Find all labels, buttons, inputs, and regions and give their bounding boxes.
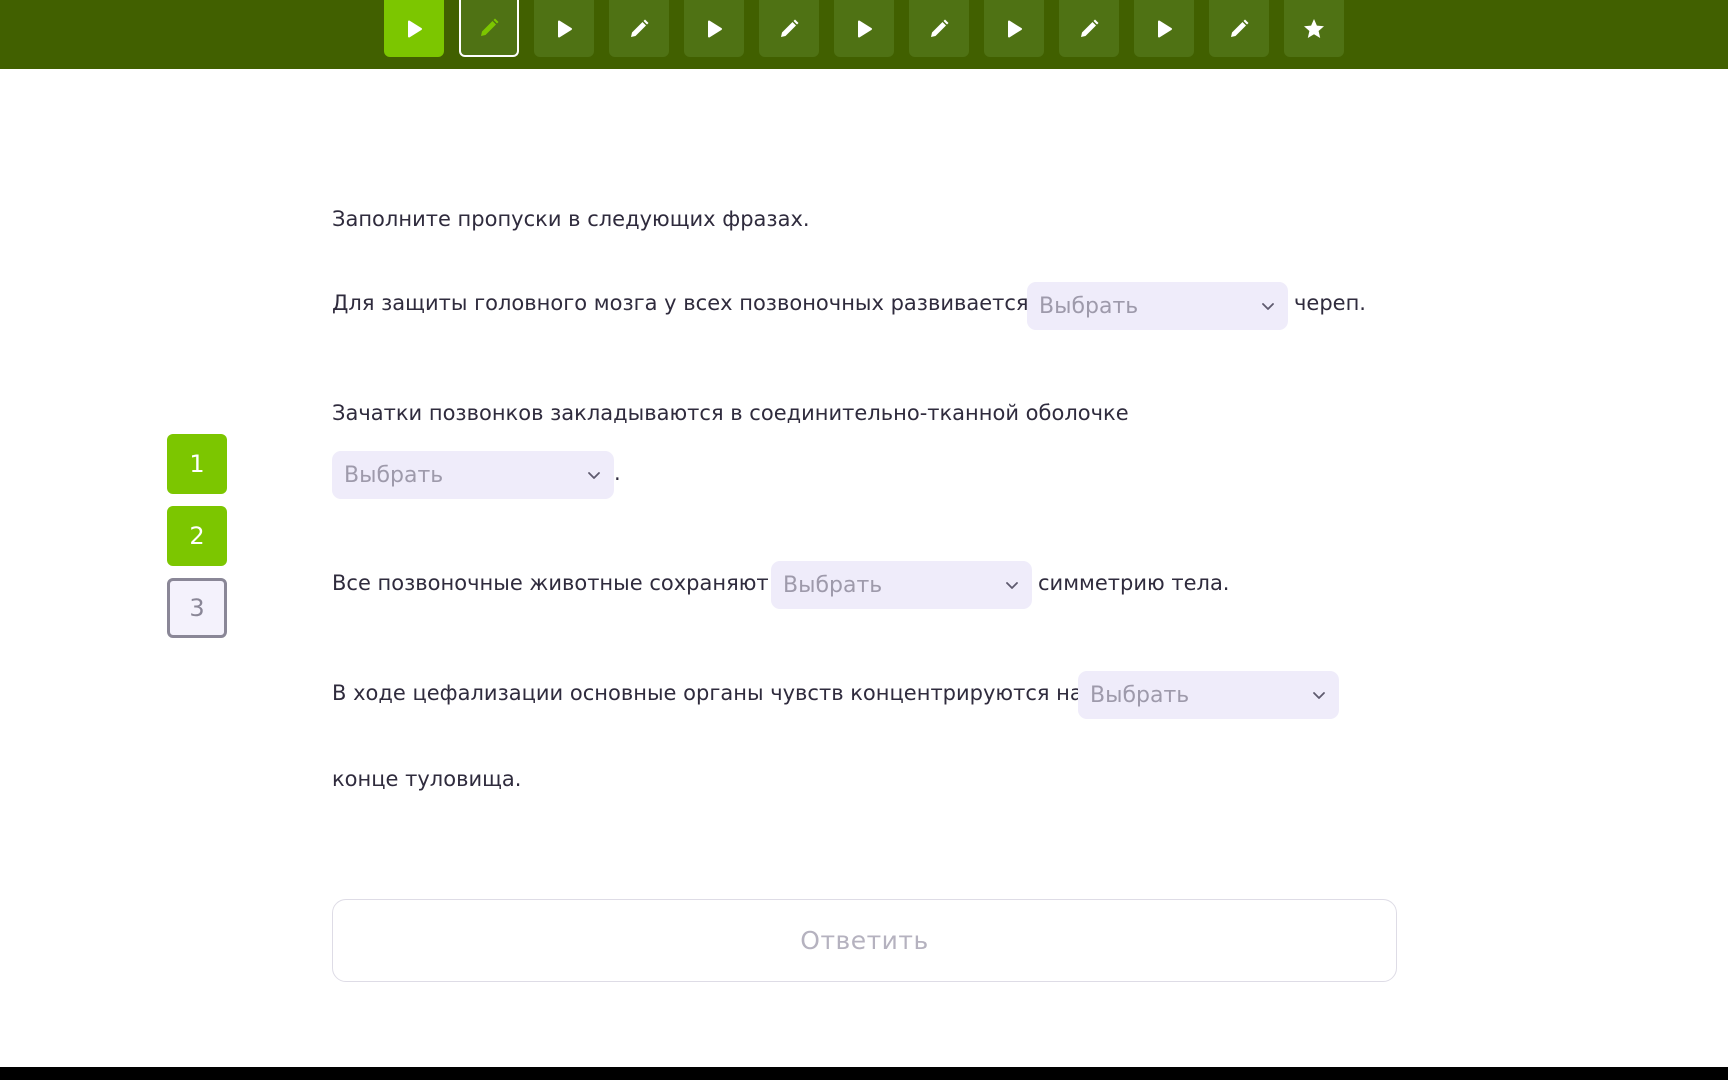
q2-text-after: . (614, 461, 621, 485)
pencil-icon (1231, 19, 1249, 37)
step-8-exercise[interactable] (909, 0, 969, 57)
pencil-icon (631, 19, 649, 37)
pencil-icon (931, 19, 949, 37)
pencil-icon (781, 19, 799, 37)
q4-select-placeholder: Выбрать (1090, 682, 1190, 708)
play-icon (1008, 20, 1022, 37)
step-13-final[interactable] (1284, 0, 1344, 57)
step-2-exercise[interactable] (459, 0, 519, 57)
chevron-down-icon (1262, 303, 1274, 310)
play-icon (858, 20, 872, 37)
q2-select-placeholder: Выбрать (344, 462, 444, 488)
q4-select[interactable]: Выбрать (1078, 671, 1339, 719)
step-4-exercise[interactable] (609, 0, 669, 57)
step-6-exercise[interactable] (759, 0, 819, 57)
star-icon (1304, 18, 1324, 38)
pencil-icon (481, 18, 499, 36)
step-12-exercise[interactable] (1209, 0, 1269, 57)
exercise-instruction: Заполните пропуски в следующих фразах. (332, 207, 810, 231)
step-1-video[interactable] (384, 0, 444, 57)
q3-text-after: симметрию тела. (1038, 571, 1230, 595)
q2-select[interactable]: Выбрать (332, 451, 614, 499)
q1-text-after: череп. (1294, 291, 1366, 315)
task-navigation: 1 2 3 (167, 434, 227, 650)
play-icon (408, 20, 422, 37)
play-icon (1158, 20, 1172, 37)
bottom-strip (0, 1067, 1728, 1080)
step-5-video[interactable] (684, 0, 744, 57)
q1-text-before: Для защиты головного мозга у всех позвон… (332, 291, 1029, 315)
q1-select[interactable]: Выбрать (1027, 282, 1288, 330)
q3-text-before: Все позвоночные животные сохраняют (332, 571, 769, 595)
q4-text-before: В ходе цефализации основные органы чувст… (332, 681, 1083, 705)
chevron-down-icon (1006, 582, 1018, 589)
chevron-down-icon (588, 472, 600, 479)
q1-select-placeholder: Выбрать (1039, 293, 1139, 319)
lesson-steps-bar (0, 0, 1728, 69)
answer-button[interactable]: Ответить (332, 899, 1397, 982)
step-10-exercise[interactable] (1059, 0, 1119, 57)
pencil-icon (1081, 19, 1099, 37)
play-icon (558, 20, 572, 37)
q3-select[interactable]: Выбрать (771, 561, 1032, 609)
step-3-video[interactable] (534, 0, 594, 57)
step-9-video[interactable] (984, 0, 1044, 57)
q2-text-before: Зачатки позвонков закладываются в соедин… (332, 401, 1129, 425)
task-2-button[interactable]: 2 (167, 506, 227, 566)
task-1-button[interactable]: 1 (167, 434, 227, 494)
step-7-video[interactable] (834, 0, 894, 57)
step-11-video[interactable] (1134, 0, 1194, 57)
q3-select-placeholder: Выбрать (783, 572, 883, 598)
chevron-down-icon (1313, 692, 1325, 699)
q4-text-after: конце туловища. (332, 767, 522, 791)
task-3-button[interactable]: 3 (167, 578, 227, 638)
play-icon (708, 20, 722, 37)
